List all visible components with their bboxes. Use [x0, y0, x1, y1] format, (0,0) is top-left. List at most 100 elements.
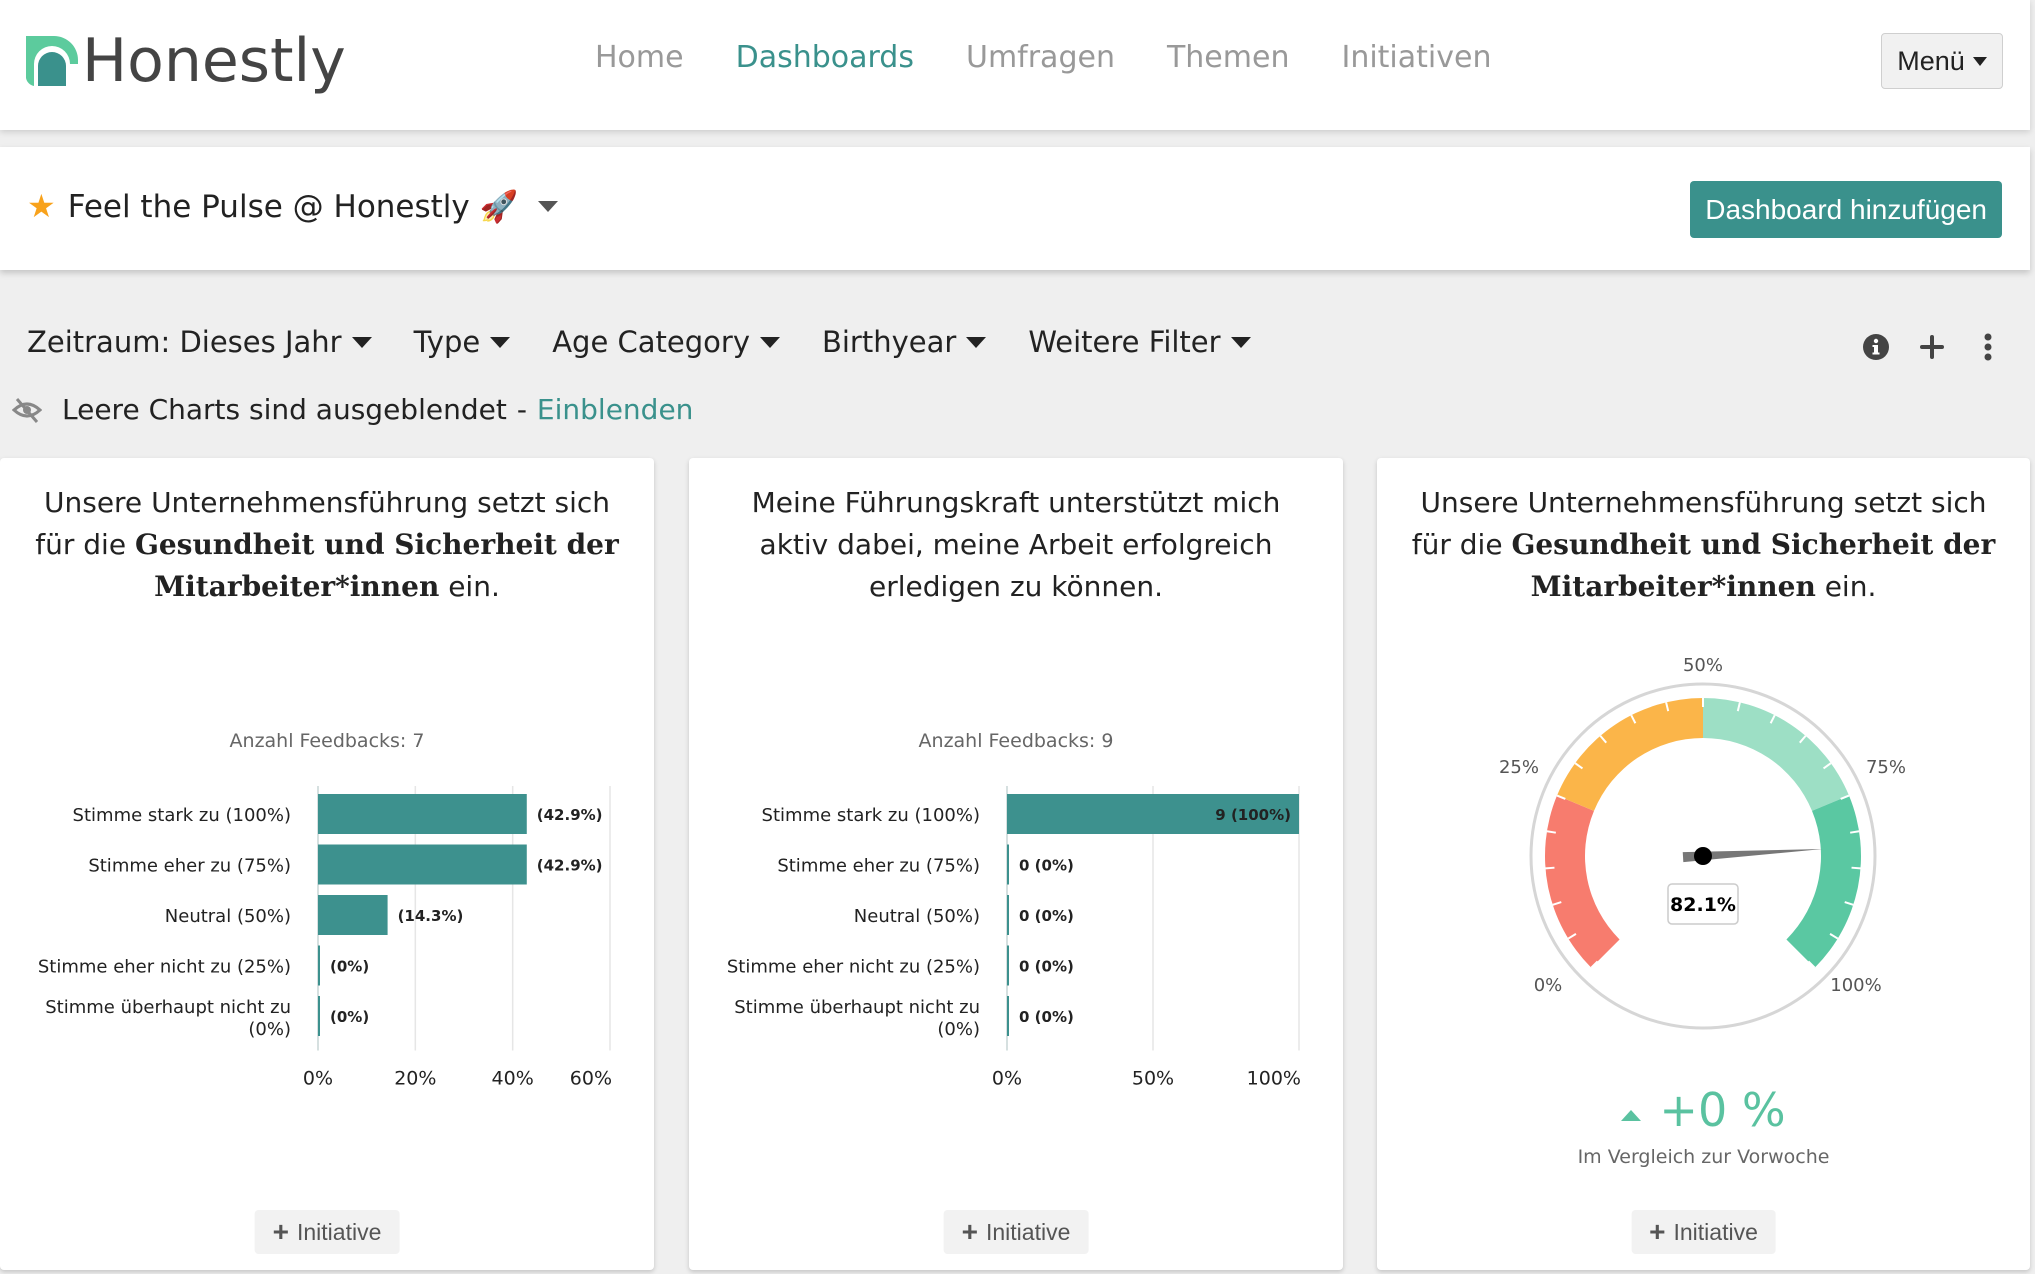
dashboard-bar: ★ Feel the Pulse @ Honestly 🚀 Dashboard …: [0, 147, 2030, 270]
feedback-count: Anzahl Feedbacks: 9: [918, 730, 1114, 752]
delta-value: +0 %: [1659, 1083, 1786, 1137]
dashboard-title: Feel the Pulse @ Honestly 🚀: [67, 188, 519, 225]
x-tick-label: 50%: [1132, 1068, 1174, 1090]
add-dashboard-button[interactable]: Dashboard hinzufügen: [1690, 181, 2002, 238]
notice-separator: -: [516, 393, 527, 426]
initiative-label: Initiative: [985, 1218, 1071, 1245]
filter-age-category[interactable]: Age Category: [552, 325, 780, 359]
initiative-label: Initiative: [1673, 1218, 1758, 1245]
data-label: (14.3%): [398, 907, 464, 925]
data-label: 9 (100%): [1215, 806, 1291, 824]
category-label: Stimme überhaupt nicht zu: [734, 997, 980, 1018]
initiative-label: Initiative: [296, 1218, 382, 1245]
eye-slash-icon: [12, 397, 42, 423]
hidden-charts-notice: Leere Charts sind ausgeblendet - Einblen…: [12, 393, 693, 426]
caret-down-icon: [538, 200, 559, 212]
gauge-tick: [1850, 830, 1860, 834]
gauge-band: [1703, 698, 1849, 811]
filter-label: Birthyear: [821, 325, 957, 359]
category-label: Stimme eher nicht zu (25%): [38, 957, 291, 978]
caret-down-icon: [966, 336, 987, 348]
nav-initiativen[interactable]: Initiativen: [1341, 40, 1491, 75]
filter-weitere[interactable]: Weitere Filter: [1028, 325, 1251, 359]
info-icon[interactable]: [1861, 332, 1891, 362]
x-tick-label: 40%: [492, 1068, 534, 1090]
caret-down-icon: [1230, 336, 1251, 348]
plus-icon: +: [961, 1216, 978, 1247]
menu-dropdown-button[interactable]: Menü: [1881, 33, 2003, 89]
logo[interactable]: Honestly: [24, 26, 346, 96]
delta-indicator: +0 %: [1377, 1083, 2030, 1137]
data-label: 0 (0%): [1019, 907, 1074, 925]
add-initiative-button[interactable]: + Initiative: [943, 1210, 1089, 1254]
plus-icon[interactable]: [1917, 332, 1947, 362]
add-initiative-button[interactable]: + Initiative: [254, 1210, 400, 1254]
category-label: Stimme stark zu (100%): [73, 805, 291, 826]
filter-type[interactable]: Type: [414, 325, 511, 359]
title-bold-text: Gesundheit und Sicherheit der Mitarbeite…: [134, 528, 619, 603]
card-title: Meine Führungskraft unterstützt mich akt…: [729, 482, 1303, 608]
x-tick-label: 0%: [303, 1068, 333, 1090]
bar: [318, 794, 527, 834]
filter-label: Zeitraum: Dieses Jahr: [27, 325, 342, 359]
caret-down-icon: [759, 336, 780, 348]
nav-umfragen[interactable]: Umfragen: [966, 40, 1115, 75]
gauge-band: [1545, 795, 1620, 968]
x-tick-label: 20%: [394, 1068, 436, 1090]
trend-up-icon: [1621, 1109, 1642, 1121]
caret-down-icon: [490, 336, 511, 348]
x-tick-label: 100%: [1247, 1068, 1301, 1090]
bar: [318, 945, 320, 986]
star-icon[interactable]: ★: [27, 187, 56, 225]
data-label: (0%): [330, 1008, 369, 1026]
plus-icon: +: [272, 1216, 289, 1247]
bar-chart: 0% 20% 40% 60% Stimme stark zu (100%) (42.9%)…: [38, 786, 612, 1090]
filter-birthyear[interactable]: Birthyear: [821, 325, 987, 359]
bar: [318, 844, 527, 885]
card-title: Unsere Unternehmensführung setzt sich fü…: [1397, 482, 2010, 608]
data-label: 0 (0%): [1019, 958, 1074, 976]
more-vertical-icon[interactable]: [1973, 332, 2003, 362]
category-label: (0%): [937, 1019, 980, 1040]
gauge-tick: [1851, 866, 1861, 870]
gauge-pivot: [1694, 847, 1712, 865]
bar: [1007, 895, 1009, 935]
filter-label: Age Category: [552, 325, 750, 359]
bar-chart: 0% 50% 100% Stimme stark zu (100%) 9 (100%) S…: [727, 786, 1301, 1090]
title-bold-text: Gesundheit und Sicherheit der Mitarbeite…: [1511, 528, 1996, 603]
add-initiative-button[interactable]: + Initiative: [1631, 1210, 1776, 1254]
category-label: Stimme stark zu (100%): [762, 805, 980, 826]
data-label: (42.9%): [537, 857, 603, 875]
data-label: 0 (0%): [1019, 1008, 1074, 1026]
title-text: ein.: [1815, 570, 1877, 603]
menu-label: Menü: [1897, 45, 1965, 76]
caret-down-icon: [351, 336, 372, 348]
gauge-tick-label: 100%: [1830, 975, 1881, 996]
bar: [1007, 844, 1009, 885]
gauge-tick-label: 75%: [1866, 757, 1906, 778]
data-label: (0%): [330, 958, 369, 976]
show-empty-charts-link[interactable]: Einblenden: [537, 393, 694, 426]
nav-home[interactable]: Home: [595, 40, 684, 75]
gauge-card: Unsere Unternehmensführung setzt sich fü…: [1377, 458, 2030, 1270]
gauge-tick: [1545, 866, 1555, 870]
top-navbar: Honestly Home Dashboards Umfragen Themen…: [0, 0, 2030, 130]
chart-card: Meine Führungskraft unterstützt mich akt…: [689, 458, 1343, 1270]
nav-dashboards[interactable]: Dashboards: [736, 40, 914, 75]
logo-icon: [26, 36, 78, 86]
category-label: Stimme eher zu (75%): [88, 856, 291, 877]
dashboard-selector[interactable]: ★ Feel the Pulse @ Honestly 🚀: [27, 187, 559, 225]
filter-zeitraum[interactable]: Zeitraum: Dieses Jahr: [27, 325, 372, 359]
data-label: 0 (0%): [1019, 857, 1074, 875]
gauge-tick-label: 0%: [1534, 975, 1563, 996]
gauge-value-label: 82.1%: [1670, 894, 1736, 916]
category-label: Stimme überhaupt nicht zu: [45, 997, 291, 1018]
chart-card: Unsere Unternehmensführung setzt sich fü…: [0, 458, 654, 1270]
category-label: Neutral (50%): [854, 906, 980, 927]
title-text: ein.: [439, 570, 500, 603]
caret-down-icon: [1972, 56, 1987, 66]
filter-label: Type: [413, 325, 481, 359]
logo-text: Honestly: [82, 26, 346, 96]
nav-themen[interactable]: Themen: [1167, 40, 1290, 75]
main-nav: Home Dashboards Umfragen Themen Initiati…: [595, 40, 1491, 75]
